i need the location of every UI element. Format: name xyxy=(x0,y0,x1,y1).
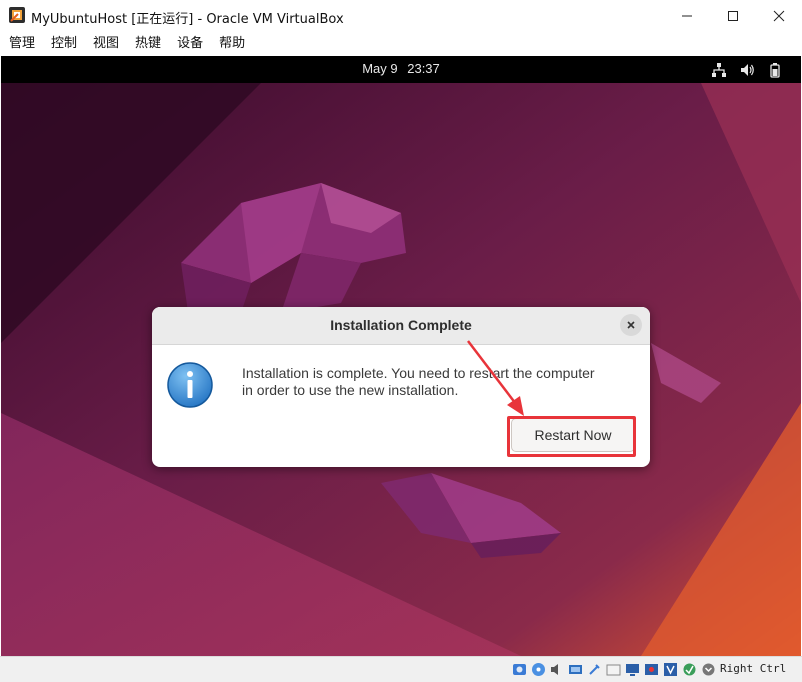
close-icon xyxy=(627,321,635,329)
network-icon[interactable] xyxy=(711,62,727,78)
menu-manage[interactable]: 管理 xyxy=(0,32,42,56)
maximize-icon xyxy=(728,11,738,21)
minimize-button[interactable] xyxy=(664,0,710,32)
menu-devices[interactable]: 设备 xyxy=(168,32,210,56)
close-button[interactable] xyxy=(756,0,802,32)
dialog-message-line-2: in order to use the new installation. xyxy=(242,382,459,398)
volume-icon[interactable] xyxy=(739,62,755,78)
menu-hotkeys[interactable]: 热键 xyxy=(126,32,168,56)
menu-view[interactable]: 视图 xyxy=(84,32,126,56)
mouse-integration-icon[interactable] xyxy=(682,662,697,677)
window-title: MyUbuntuHost [正在运行] - Oracle VM VirtualB… xyxy=(31,12,344,27)
window-titlebar: MyUbuntuHost [正在运行] - Oracle VM VirtualB… xyxy=(0,0,802,32)
vm-display[interactable]: May 9 23:37 Installation Complete Instal… xyxy=(1,56,801,656)
dialog-message: Installation is complete. You need to re… xyxy=(242,365,642,399)
audio-icon[interactable] xyxy=(549,662,564,677)
shared-folders-icon[interactable] xyxy=(606,662,621,677)
dialog-close-button[interactable] xyxy=(620,314,642,336)
cpu-icon[interactable] xyxy=(663,662,678,677)
guest-topbar: May 9 23:37 xyxy=(1,56,801,83)
menu-help[interactable]: 帮助 xyxy=(210,32,252,56)
arrow-down-icon[interactable] xyxy=(701,662,716,677)
host-key-label: Right Ctrl xyxy=(720,662,787,675)
optical-drive-icon[interactable] xyxy=(531,662,546,677)
hard-disk-icon[interactable] xyxy=(512,662,527,677)
dialog-title: Installation Complete xyxy=(330,317,472,333)
usb-icon[interactable] xyxy=(587,662,602,677)
dialog-header: Installation Complete xyxy=(152,307,650,345)
dialog-message-line-1: Installation is complete. You need to re… xyxy=(242,365,595,381)
display-icon[interactable] xyxy=(625,662,640,677)
menu-control[interactable]: 控制 xyxy=(42,32,84,56)
clock-time: 23:37 xyxy=(407,61,440,76)
recording-icon[interactable] xyxy=(644,662,659,677)
info-icon xyxy=(167,362,213,408)
network-adapter-icon[interactable] xyxy=(568,662,583,677)
menubar: 管理 控制 视图 热键 设备 帮助 xyxy=(0,32,802,56)
maximize-button[interactable] xyxy=(710,0,756,32)
guest-clock[interactable]: May 9 23:37 xyxy=(1,61,801,76)
clock-date: May 9 xyxy=(362,61,398,76)
battery-icon[interactable] xyxy=(767,62,783,78)
close-icon xyxy=(773,10,785,22)
annotation-highlight-box xyxy=(507,416,636,457)
minimize-icon xyxy=(682,15,692,17)
virtualbox-app-icon xyxy=(9,7,25,23)
vbox-statusbar: Right Ctrl xyxy=(0,656,802,682)
